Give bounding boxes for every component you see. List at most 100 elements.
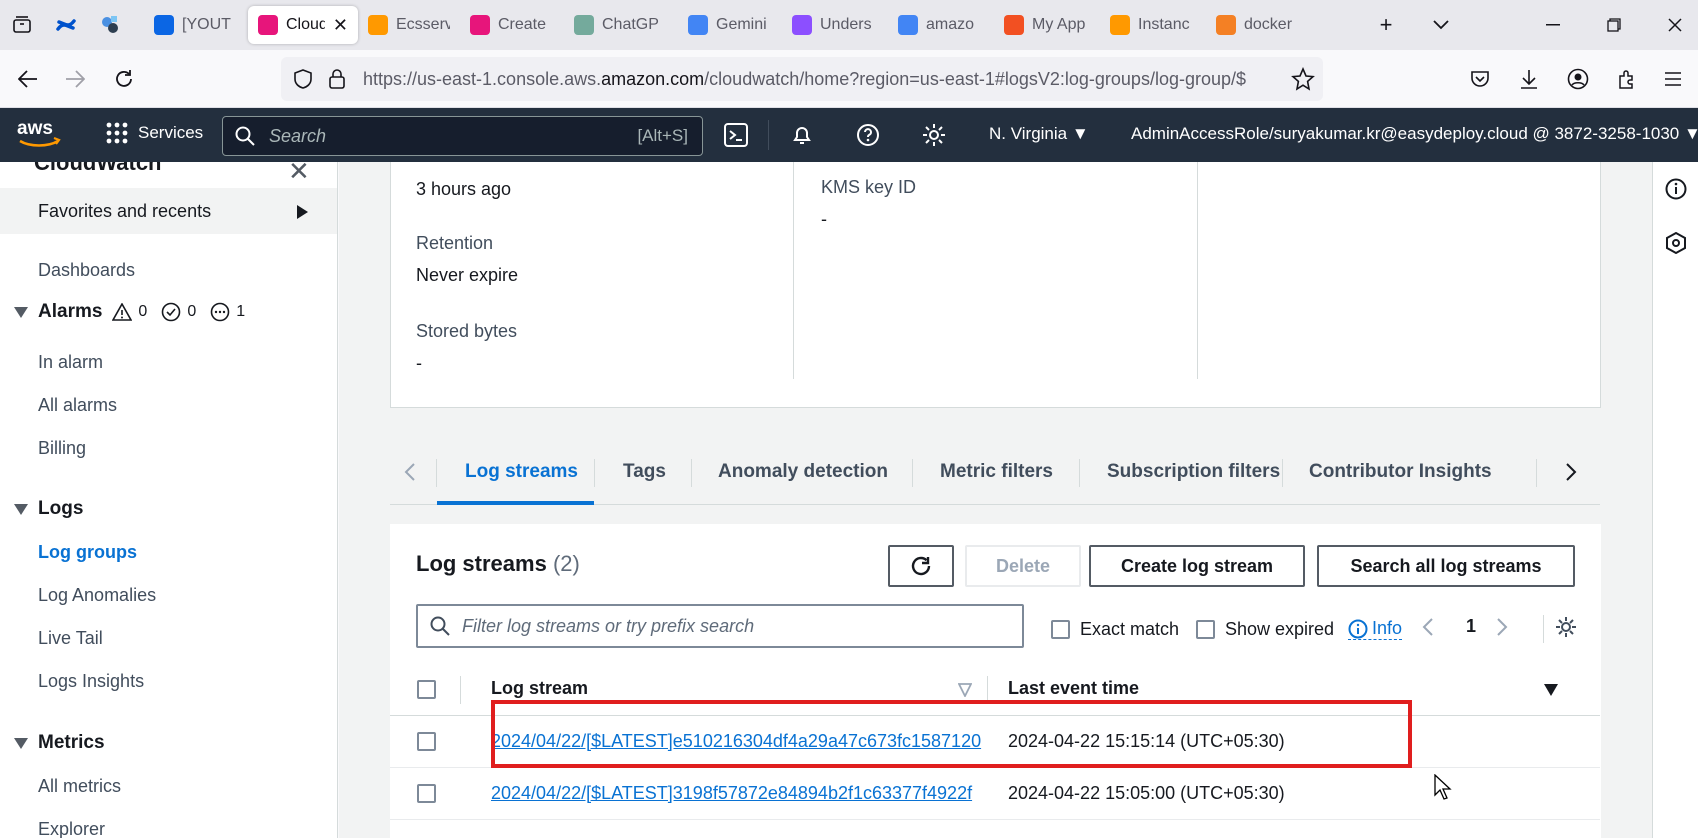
browser-tab[interactable]: docker [1206,6,1310,44]
browser-tab-strip: [YOUT Cloud ✕ Ecsserv Create ChatGP Gemini Unde… [0,0,1698,50]
url-bar[interactable]: https://us-east-1.console.aws.amazon.com… [281,57,1323,101]
downloads-icon[interactable] [1507,57,1551,101]
browser-tab[interactable]: Unders [782,6,888,44]
log-stream-link[interactable]: 2024/04/22/[$LATEST]3198f57872e84894b2f1… [491,783,972,804]
tabs-scroll-right-icon[interactable] [1565,462,1577,482]
account-menu[interactable]: AdminAccessRole/suryakumar.kr@easydeploy… [1131,124,1698,144]
previous-page-icon[interactable] [1422,617,1434,637]
row-checkbox[interactable] [417,784,436,803]
sidebar-item-billing[interactable]: Billing [38,438,86,459]
sidebar-item-live-tail[interactable]: Live Tail [38,628,103,649]
tabs-scroll-left-icon[interactable] [404,462,416,482]
region-selector[interactable]: N. Virginia ▼ [989,124,1089,144]
tab-overview-icon[interactable] [0,0,44,50]
pocket-icon[interactable] [1458,57,1502,101]
ok-check-circle-icon [162,302,181,322]
side-nav-title: CloudWatch [34,162,162,175]
pinned-tab-confluence-icon[interactable] [44,0,88,50]
sidebar-item-explorer[interactable]: Explorer [38,819,105,838]
delete-button[interactable]: Delete [965,545,1081,587]
browser-tab[interactable]: Cloud ✕ [248,6,358,44]
back-arrow-icon[interactable] [6,57,50,101]
filter-box[interactable] [416,604,1024,648]
extensions-icon[interactable] [1605,57,1649,101]
warning-triangle-icon [112,303,133,321]
browser-tab[interactable]: ChatGP [564,6,678,44]
table-row[interactable]: 2024/04/22/[$LATEST]3198f57872e84894b2f1… [390,768,1600,820]
new-tab-button[interactable]: + [1361,0,1411,50]
tab-contributor-insights[interactable]: Contributor Insights [1309,439,1492,505]
settings-gear-icon[interactable] [919,120,949,150]
sort-icon[interactable] [958,683,972,697]
info-panel-icon[interactable] [1665,178,1687,200]
cloudshell-icon[interactable] [721,120,751,150]
favorites-and-recents[interactable]: Favorites and recents [0,188,337,234]
sidebar-item-log-anomalies[interactable]: Log Anomalies [38,585,156,606]
browser-tab[interactable]: My App [994,6,1100,44]
tab-tags[interactable]: Tags [623,439,666,505]
sidebar-item-all-alarms[interactable]: All alarms [38,395,117,416]
sidebar-section-metrics[interactable]: Metrics [14,732,105,754]
url-text[interactable]: https://us-east-1.console.aws.amazon.com… [363,69,1263,90]
show-expired-option[interactable]: Show expired [1196,619,1334,640]
services-menu-button[interactable]: Services [106,122,203,144]
column-header-last-event-time[interactable]: Last event time [1008,678,1139,699]
close-window-icon[interactable] [1644,0,1698,50]
close-nav-icon[interactable]: ✕ [288,162,310,187]
aws-search-box[interactable]: [Alt+S] [222,116,703,156]
lock-icon[interactable] [328,68,346,90]
sidebar-item-all-metrics[interactable]: All metrics [38,776,121,797]
sort-descending-icon[interactable] [1544,684,1558,696]
restore-window-icon[interactable] [1583,0,1645,50]
list-all-tabs-icon[interactable] [1416,0,1466,50]
tab-anomaly-detection[interactable]: Anomaly detection [718,439,888,505]
account-icon[interactable] [1556,57,1600,101]
aws-search-input[interactable] [269,125,609,147]
bookmark-star-icon[interactable] [1291,67,1315,91]
current-page-number[interactable]: 1 [1466,616,1476,637]
forward-arrow-icon[interactable] [53,57,97,101]
notifications-bell-icon[interactable] [787,120,817,150]
next-page-icon[interactable] [1496,617,1508,637]
feedback-icon[interactable] [1665,232,1687,254]
mouse-cursor-icon [1434,774,1452,800]
info-link[interactable]: Info [1348,618,1403,640]
tab-label: Gemini [716,16,767,33]
tracking-shield-icon[interactable] [293,69,313,89]
tab-log-streams[interactable]: Log streams [465,439,578,505]
sidebar-section-logs[interactable]: Logs [14,498,83,520]
browser-tab[interactable]: Create [460,6,564,44]
aws-logo[interactable]: aws [16,117,64,151]
insufficient-data-icon [210,302,230,322]
show-expired-checkbox[interactable] [1196,620,1215,639]
close-tab-icon[interactable]: ✕ [333,15,348,36]
reload-icon[interactable] [102,57,146,101]
minimize-window-icon[interactable] [1522,0,1584,50]
browser-tab[interactable]: [YOUT [144,6,248,44]
browser-tab[interactable]: Gemini [678,6,782,44]
tab-metric-filters[interactable]: Metric filters [940,439,1053,505]
browser-tab[interactable]: Ecsserv [358,6,460,44]
row-checkbox[interactable] [417,732,436,751]
sidebar-item-logs-insights[interactable]: Logs Insights [38,671,144,692]
create-log-stream-button[interactable]: Create log stream [1089,545,1305,587]
column-header-log-stream[interactable]: Log stream [491,678,588,699]
filter-log-streams-input[interactable] [462,615,1002,637]
sidebar-item-log-groups[interactable]: Log groups [38,542,137,563]
search-all-log-streams-button[interactable]: Search all log streams [1317,545,1575,587]
browser-tab[interactable]: amazo [888,6,994,44]
red-highlight-box [491,700,1412,768]
sidebar-item-in-alarm[interactable]: In alarm [38,352,103,373]
sidebar-section-alarms[interactable]: Alarms 0 0 1 [14,301,245,323]
table-preferences-gear-icon[interactable] [1554,615,1578,639]
select-all-checkbox[interactable] [417,680,436,699]
exact-match-option[interactable]: Exact match [1051,619,1179,640]
refresh-button[interactable] [888,545,954,587]
pinned-tab-app-icon[interactable] [88,0,132,50]
menu-hamburger-icon[interactable] [1651,57,1695,101]
browser-tab[interactable]: Instanc [1100,6,1206,44]
exact-match-checkbox[interactable] [1051,620,1070,639]
sidebar-item-dashboards[interactable]: Dashboards [38,260,135,281]
tab-subscription-filters[interactable]: Subscription filters [1107,439,1280,505]
help-icon[interactable] [853,120,883,150]
